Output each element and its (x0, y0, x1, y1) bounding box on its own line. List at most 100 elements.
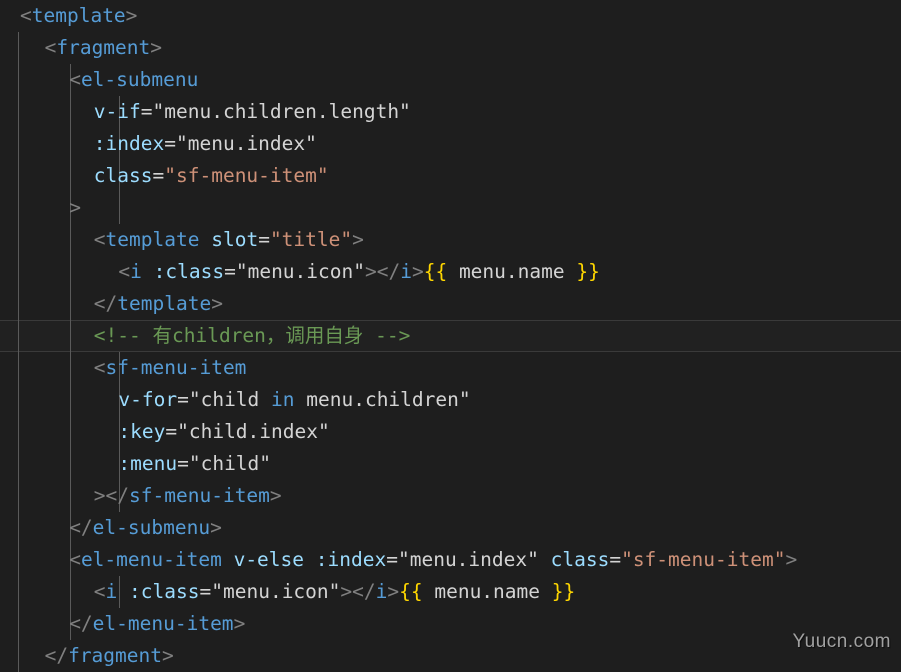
code-token-punc: < (93, 580, 106, 603)
code-token-punc: < (20, 4, 32, 27)
code-token-attr: class (93, 164, 153, 187)
code-token-punc: ></ (93, 484, 130, 507)
code-line[interactable]: </fragment> (0, 640, 901, 672)
code-token-eq (222, 548, 234, 571)
code-token-expr: "menu.icon" (235, 260, 365, 283)
code-line[interactable]: > (0, 192, 901, 224)
code-token-eq: = (164, 132, 176, 155)
code-token-punc: </ (69, 612, 93, 635)
code-token-eq: = (177, 452, 189, 475)
code-token-punc: </ (352, 580, 376, 603)
code-token-tag: fragment (68, 644, 162, 667)
code-token-str: "sf-menu-item" (621, 548, 786, 571)
code-token-punc: < (44, 36, 57, 59)
code-line[interactable]: <sf-menu-item (0, 352, 901, 384)
code-token-eq (199, 228, 211, 251)
code-token-attr: v-else (233, 548, 305, 571)
code-token-str: "title" (269, 228, 353, 251)
code-token-punc: </ (44, 644, 69, 667)
code-token-expr: menu.children" (294, 388, 471, 411)
code-token-attr: :class (153, 260, 225, 283)
code-token-punc: < (69, 548, 81, 571)
code-token-punc: < (118, 260, 131, 283)
code-token-tag: i (130, 260, 142, 283)
code-token-punc: </ (69, 516, 93, 539)
code-token-punc: > (340, 580, 353, 603)
code-token-punc: > (785, 548, 798, 571)
code-token-eq: = (224, 260, 236, 283)
code-token-eq (142, 260, 154, 283)
code-token-expr: "menu.index" (397, 548, 539, 571)
code-token-attr: :index (93, 132, 165, 155)
code-token-tag: i (400, 260, 412, 283)
code-token-eq: = (386, 548, 398, 571)
code-token-attr: :menu (118, 452, 178, 475)
code-line[interactable]: v-for="child in menu.children" (0, 384, 901, 416)
code-token-punc: > (269, 484, 282, 507)
code-token-punc: > (162, 644, 174, 667)
code-token-punc: > (411, 260, 424, 283)
code-token-expr: "child" (188, 452, 272, 475)
code-line[interactable]: </el-submenu> (0, 512, 901, 544)
code-token-expr: "child (188, 388, 272, 411)
code-line[interactable]: <fragment> (0, 32, 901, 64)
code-token-tag: el-submenu (92, 516, 211, 539)
code-token-eq: = (199, 580, 212, 603)
code-token-eq (117, 580, 129, 603)
code-token-mustache: {{ (399, 580, 423, 603)
code-token-str: "sf-menu-item" (164, 164, 329, 187)
code-line[interactable]: <template> (0, 0, 901, 32)
code-token-punc: > (233, 612, 246, 635)
code-token-tag: template (31, 4, 126, 27)
code-token-tag: i (105, 580, 118, 603)
code-token-eq (304, 548, 316, 571)
code-line[interactable]: v-if="menu.children.length" (0, 96, 901, 128)
code-token-mustache: }} (576, 260, 600, 283)
code-token-punc: </ (93, 292, 118, 315)
code-token-eq (539, 548, 551, 571)
code-token-punc: < (93, 228, 106, 251)
code-token-tag: el-menu-item (92, 612, 234, 635)
code-token-attr: class (550, 548, 610, 571)
code-token-eq: = (165, 420, 178, 443)
code-token-mustache: {{ (423, 260, 448, 283)
code-token-tag: sf-menu-item (105, 356, 247, 379)
code-token-attr: :index (315, 548, 387, 571)
code-token-punc: > (364, 260, 377, 283)
code-token-comment: <!-- 有children，调用自身 --> (93, 324, 411, 347)
code-token-tag: sf-menu-item (129, 484, 270, 507)
code-token-punc: > (150, 36, 163, 59)
code-line[interactable]: <!-- 有children，调用自身 --> (0, 320, 901, 352)
code-token-mustache: }} (551, 580, 576, 603)
code-token-interp: menu.name (422, 580, 552, 603)
code-token-expr: "menu.icon" (211, 580, 341, 603)
code-token-tag: i (375, 580, 388, 603)
code-token-tag: fragment (56, 36, 151, 59)
code-token-attr: :class (129, 580, 200, 603)
code-line[interactable]: </el-menu-item> (0, 608, 901, 640)
code-editor-viewport[interactable]: <template> <fragment> <el-submenu v-if="men… (0, 0, 901, 672)
code-line[interactable]: ></sf-menu-item> (0, 480, 901, 512)
code-line[interactable]: </template> (0, 288, 901, 320)
code-line[interactable]: <i :class="menu.icon"></i>{{ menu.name }… (0, 576, 901, 608)
code-token-interp: menu.name (447, 260, 577, 283)
code-token-expr: "menu.index" (176, 132, 317, 155)
site-watermark: Yuucn.com (792, 631, 891, 652)
code-line[interactable]: <i :class="menu.icon"></i>{{ menu.name }… (0, 256, 901, 288)
code-token-tag: el-submenu (80, 68, 199, 91)
code-line[interactable]: class="sf-menu-item" (0, 160, 901, 192)
code-content[interactable]: <template> <fragment> <el-submenu v-if="men… (0, 0, 901, 672)
code-token-expr: "child.index" (177, 420, 330, 443)
code-token-tag: el-menu-item (80, 548, 222, 571)
code-token-attr: :key (118, 420, 166, 443)
code-line[interactable]: <el-submenu (0, 64, 901, 96)
code-line[interactable]: :menu="child" (0, 448, 901, 480)
code-token-punc: < (93, 356, 106, 379)
code-token-eq: = (258, 228, 270, 251)
code-line[interactable]: <el-menu-item v-else :index="menu.index"… (0, 544, 901, 576)
code-line[interactable]: :key="child.index" (0, 416, 901, 448)
code-line[interactable]: :index="menu.index" (0, 128, 901, 160)
code-line[interactable]: <template slot="title"> (0, 224, 901, 256)
code-token-eq: = (177, 388, 189, 411)
code-token-attr: v-for (118, 388, 178, 411)
